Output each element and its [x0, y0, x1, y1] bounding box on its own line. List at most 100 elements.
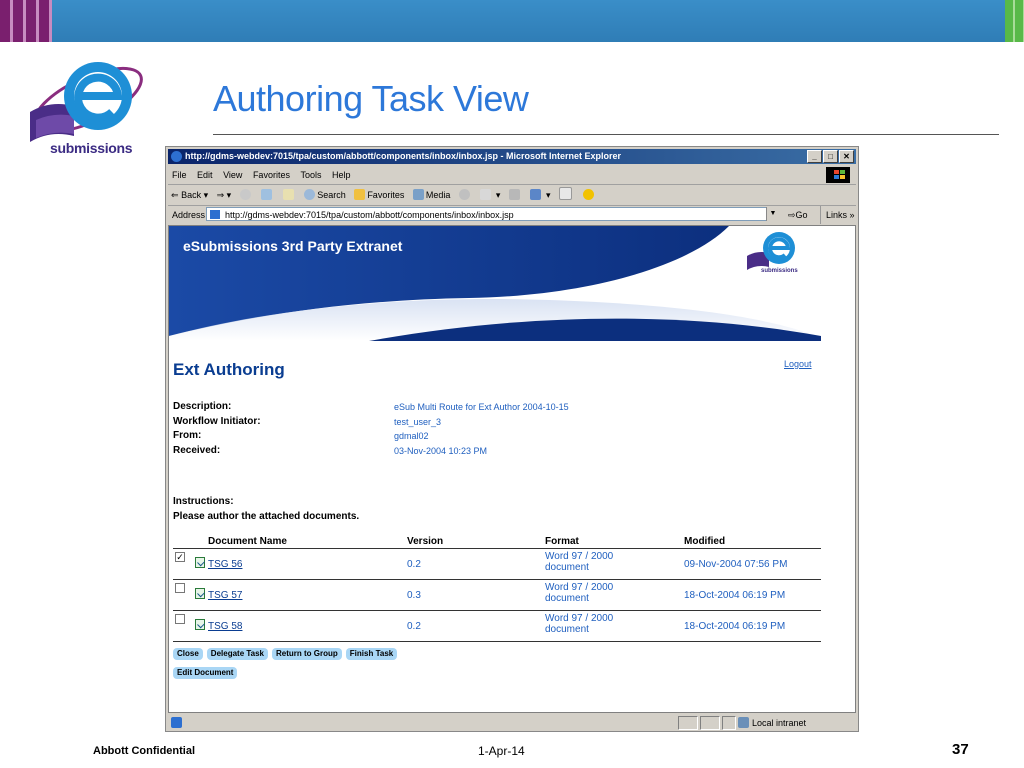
- window-title: http://gdms-webdev:7015/tpa/custom/abbot…: [185, 151, 622, 161]
- col-version: Version: [407, 536, 444, 547]
- notes-icon: [559, 187, 572, 200]
- delegate-task-button[interactable]: Delegate Task: [206, 648, 269, 660]
- address-label: Address: [172, 210, 206, 220]
- meta-values: eSub Multi Route for Ext Author 2004-10-…: [394, 401, 569, 459]
- menu-favorites[interactable]: Favorites: [253, 170, 290, 180]
- instructions: Instructions: Please author the attached…: [173, 496, 359, 526]
- minimize-button[interactable]: _: [807, 150, 822, 163]
- version-cell: 0.2: [407, 621, 421, 632]
- instructions-text: Please author the attached documents.: [173, 511, 360, 522]
- menu-help[interactable]: Help: [332, 170, 351, 180]
- messenger-button[interactable]: [582, 185, 596, 205]
- document-link[interactable]: TSG 56: [208, 559, 242, 570]
- favorites-icon: [354, 189, 366, 200]
- back-button[interactable]: ⇐ Back ▾: [171, 185, 208, 205]
- menu-view[interactable]: View: [223, 170, 242, 180]
- col-document-name: Document Name: [208, 536, 287, 547]
- purple-stripe: [0, 0, 52, 42]
- instructions-label: Instructions:: [173, 496, 234, 507]
- discuss-button[interactable]: [559, 185, 574, 205]
- word-button[interactable]: ▾: [530, 185, 550, 205]
- address-input[interactable]: http://gdms-webdev:7015/tpa/custom/abbot…: [206, 207, 778, 221]
- history-icon: [458, 189, 470, 200]
- table-row: TSG 58 0.2 Word 97 / 2000 document 18-Oc…: [173, 611, 821, 642]
- document-link[interactable]: TSG 58: [208, 621, 242, 632]
- menu-tools[interactable]: Tools: [300, 170, 321, 180]
- history-button[interactable]: [458, 185, 472, 205]
- action-buttons: Close Delegate Task Return to Group Finish …: [173, 643, 401, 661]
- workflow-initiator-value: test_user_3: [394, 416, 442, 427]
- home-button[interactable]: [282, 185, 296, 205]
- print-button[interactable]: [508, 185, 522, 205]
- workflow-initiator-label: Workflow Initiator:: [173, 415, 261, 427]
- green-stripe: [1005, 0, 1024, 42]
- page-number: 37: [952, 741, 969, 758]
- from-label: From:: [173, 430, 202, 441]
- search-icon: [304, 189, 316, 200]
- table-row: TSG 57 0.3 Word 97 / 2000 document 18-Oc…: [173, 580, 821, 611]
- document-table: Document Name Version Format Modified ✓ …: [173, 534, 821, 642]
- row-checkbox[interactable]: [175, 583, 185, 593]
- media-button[interactable]: Media: [412, 185, 450, 205]
- stop-button[interactable]: [239, 185, 253, 205]
- page-heading: Ext Authoring: [173, 360, 285, 379]
- document-link[interactable]: TSG 57: [208, 590, 242, 601]
- footer-date: 1-Apr-14: [478, 744, 525, 758]
- col-format: Format: [545, 536, 579, 547]
- refresh-icon: [261, 189, 273, 200]
- meta-labels: Description: Workflow Initiator: From: R…: [173, 401, 261, 459]
- windows-logo-icon: [826, 167, 850, 183]
- format-cell: Word 97 / 2000 document: [545, 613, 614, 635]
- menu-file[interactable]: File: [172, 170, 187, 180]
- from-value: gdmal02: [394, 431, 429, 441]
- browser-titlebar: http://gdms-webdev:7015/tpa/custom/abbot…: [168, 149, 856, 164]
- table-header: Document Name Version Format Modified: [173, 534, 821, 549]
- status-cell: [678, 716, 698, 730]
- word-icon: [530, 189, 542, 200]
- search-button[interactable]: Search: [304, 185, 346, 205]
- zone-label: Local intranet: [752, 718, 807, 728]
- row-checkbox[interactable]: [175, 614, 185, 624]
- row-checkbox[interactable]: ✓: [175, 552, 185, 562]
- go-icon: ⇨: [788, 210, 796, 220]
- media-icon: [412, 189, 424, 200]
- finish-task-button[interactable]: Finish Task: [345, 648, 398, 660]
- format-cell: Word 97 / 2000 document: [545, 551, 614, 573]
- close-button[interactable]: Close: [173, 648, 203, 660]
- action-buttons-row2: Edit Document: [173, 662, 241, 680]
- received-value: 03-Nov-2004 10:23 PM: [394, 445, 488, 456]
- home-icon: [282, 189, 294, 200]
- refresh-button[interactable]: [261, 185, 274, 205]
- logo-text: submissions: [50, 140, 133, 156]
- version-cell: 0.3: [407, 590, 421, 601]
- mail-button[interactable]: ▾: [480, 185, 500, 205]
- banner-title: eSubmissions 3rd Party Extranet: [183, 238, 403, 254]
- description-value: eSub Multi Route for Ext Author 2004-10-…: [394, 402, 569, 412]
- close-window-button[interactable]: ✕: [839, 150, 854, 163]
- logout-link[interactable]: Logout: [784, 359, 812, 369]
- modified-cell: 18-Oct-2004 06:19 PM: [684, 590, 786, 601]
- stop-icon: [239, 189, 251, 200]
- status-bar: Local intranet: [168, 715, 856, 731]
- return-to-group-button[interactable]: Return to Group: [272, 648, 342, 660]
- edit-document-button[interactable]: Edit Document: [173, 667, 238, 679]
- top-band: [0, 0, 1024, 42]
- back-arrow-icon: ⇐: [171, 190, 179, 200]
- status-cell: [722, 716, 736, 730]
- received-label: Received:: [173, 444, 221, 456]
- col-modified: Modified: [684, 536, 726, 547]
- maximize-button[interactable]: □: [823, 150, 838, 163]
- address-dropdown-button[interactable]: ▼: [766, 207, 779, 221]
- modified-cell: 09-Nov-2004 07:56 PM: [684, 559, 788, 570]
- mail-icon: [480, 189, 492, 200]
- word-document-icon: [195, 557, 205, 568]
- status-cell: [700, 716, 720, 730]
- print-icon: [508, 189, 520, 200]
- forward-button[interactable]: ⇒ ▾: [217, 185, 232, 205]
- links-button[interactable]: Links »: [820, 206, 855, 224]
- go-button[interactable]: ⇨Go: [788, 206, 808, 224]
- footer-confidential: Abbott Confidential: [93, 745, 196, 757]
- favorites-button[interactable]: Favorites: [354, 185, 404, 205]
- menu-edit[interactable]: Edit: [197, 170, 213, 180]
- word-document-icon: [195, 619, 205, 630]
